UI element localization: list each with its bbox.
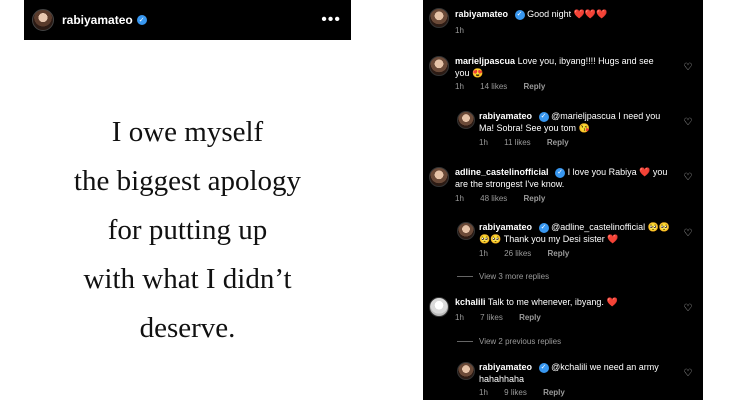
comment: kchalili Talk to me whenever, ibyang. ❤️ xyxy=(455,296,670,308)
comment-time: 1h xyxy=(479,388,488,397)
comment-meta: 1h xyxy=(455,26,478,35)
caption: rabiyamateo ✓ Good night ❤️❤️❤️ xyxy=(455,8,607,20)
reply-button[interactable]: Reply xyxy=(543,388,565,397)
verified-badge-icon: ✓ xyxy=(538,111,549,122)
heart-outline-icon[interactable]: ♡ xyxy=(683,173,693,183)
comment: marieljpascua Love you, ibyang!!!! Hugs … xyxy=(455,55,670,79)
comment-meta: 1h 14 likes Reply xyxy=(455,82,559,91)
comment-username[interactable]: rabiyamateo xyxy=(479,111,532,121)
comment-text: @adline_castelinofficial xyxy=(551,222,646,232)
comment-text: I love you Rabiya xyxy=(567,167,637,177)
avatar[interactable] xyxy=(429,297,449,317)
heart-emoji: ❤️ xyxy=(639,167,651,177)
comment-username[interactable]: adline_castelinofficial xyxy=(455,167,549,177)
reply-button[interactable]: Reply xyxy=(547,138,569,147)
comment-likes[interactable]: 7 likes xyxy=(480,313,503,322)
heart-outline-icon[interactable]: ♡ xyxy=(683,369,693,379)
comment-time: 1h xyxy=(455,313,464,322)
avatar[interactable] xyxy=(457,222,475,240)
comment-text: Good night xyxy=(527,9,572,19)
instagram-post: rabiyamateo ✓ ••• I owe myself the bigge… xyxy=(24,0,351,400)
reply-comment: rabiyamateo ✓ @kchalili we need an army … xyxy=(479,361,674,385)
comment-username[interactable]: kchalili xyxy=(455,297,486,307)
view-more-label[interactable]: View 3 more replies xyxy=(479,272,549,281)
reply-button[interactable]: Reply xyxy=(524,82,546,91)
comment-meta: 1h 9 likes Reply xyxy=(479,388,579,397)
divider xyxy=(457,276,473,278)
profile-avatar[interactable] xyxy=(32,9,54,31)
post-username[interactable]: rabiyamateo xyxy=(62,13,133,27)
reply-comment: rabiyamateo ✓ @marieljpascua I need you … xyxy=(479,110,674,134)
comment: adline_castelinofficial ✓ I love you Rab… xyxy=(455,166,670,190)
comment-likes[interactable]: 26 likes xyxy=(504,249,531,258)
comment-likes[interactable]: 14 likes xyxy=(480,82,507,91)
post-header: rabiyamateo ✓ ••• xyxy=(24,0,351,40)
emoji: 😍 xyxy=(472,68,484,78)
comment-text: Talk to me whenever, ibyang. xyxy=(487,297,604,307)
heart-outline-icon[interactable]: ♡ xyxy=(683,229,693,239)
heart-emoji: ❤️❤️❤️ xyxy=(573,9,608,19)
verified-badge-icon: ✓ xyxy=(538,362,549,373)
reply-button[interactable]: Reply xyxy=(519,313,541,322)
avatar[interactable] xyxy=(429,8,449,28)
comment-time: 1h xyxy=(479,138,488,147)
comment-time: 1h xyxy=(455,82,464,91)
comment-meta: 1h 7 likes Reply xyxy=(455,313,555,322)
divider xyxy=(457,341,473,343)
avatar[interactable] xyxy=(429,167,449,187)
view-more-replies[interactable]: View 3 more replies xyxy=(457,272,549,281)
avatar[interactable] xyxy=(457,111,475,129)
reply-button[interactable]: Reply xyxy=(524,194,546,203)
verified-badge-icon: ✓ xyxy=(555,167,566,178)
heart-emoji: ❤️ xyxy=(606,297,618,307)
comment-username[interactable]: rabiyamateo xyxy=(455,9,508,19)
comment-username[interactable]: rabiyamateo xyxy=(479,222,532,232)
comment-text-line2: Thank you my Desi sister xyxy=(503,234,605,244)
view-previous-replies[interactable]: View 2 previous replies xyxy=(457,337,561,346)
comment-likes[interactable]: 11 likes xyxy=(504,138,531,147)
comment-likes[interactable]: 48 likes xyxy=(480,194,507,203)
comment-username[interactable]: rabiyamateo xyxy=(479,362,532,372)
heart-emoji: ❤️ xyxy=(607,234,619,244)
comments-panel: rabiyamateo ✓ Good night ❤️❤️❤️ 1h marie… xyxy=(423,0,703,400)
avatar[interactable] xyxy=(457,362,475,380)
heart-outline-icon[interactable]: ♡ xyxy=(683,304,693,314)
verified-badge-icon: ✓ xyxy=(136,15,147,25)
more-options-icon[interactable]: ••• xyxy=(321,12,341,28)
comment-time: 1h xyxy=(455,26,464,35)
quote-line: I owe myself xyxy=(111,116,264,148)
verified-badge-icon: ✓ xyxy=(538,222,549,233)
reply-button[interactable]: Reply xyxy=(548,249,570,258)
comment-username[interactable]: marieljpascua xyxy=(455,56,515,66)
comment-meta: 1h 11 likes Reply xyxy=(479,138,583,147)
quote-line: for putting up xyxy=(107,214,268,246)
post-quote-text: I owe myself the biggest apology for put… xyxy=(24,108,351,353)
quote-line: with what I didn’t xyxy=(83,263,292,295)
heart-outline-icon[interactable]: ♡ xyxy=(683,118,693,128)
reply-comment: rabiyamateo ✓ @adline_castelinofficial 🥺… xyxy=(479,221,674,245)
emoji: 😘 xyxy=(578,123,590,133)
avatar[interactable] xyxy=(429,56,449,76)
comment-meta: 1h 48 likes Reply xyxy=(455,194,559,203)
comment-likes[interactable]: 9 likes xyxy=(504,388,527,397)
comment-meta: 1h 26 likes Reply xyxy=(479,249,583,258)
view-previous-label[interactable]: View 2 previous replies xyxy=(479,337,561,346)
verified-badge-icon: ✓ xyxy=(514,9,525,20)
heart-outline-icon[interactable]: ♡ xyxy=(683,63,693,73)
comment-time: 1h xyxy=(455,194,464,203)
quote-line: deserve. xyxy=(139,312,236,344)
comment-time: 1h xyxy=(479,249,488,258)
quote-line: the biggest apology xyxy=(73,165,302,197)
